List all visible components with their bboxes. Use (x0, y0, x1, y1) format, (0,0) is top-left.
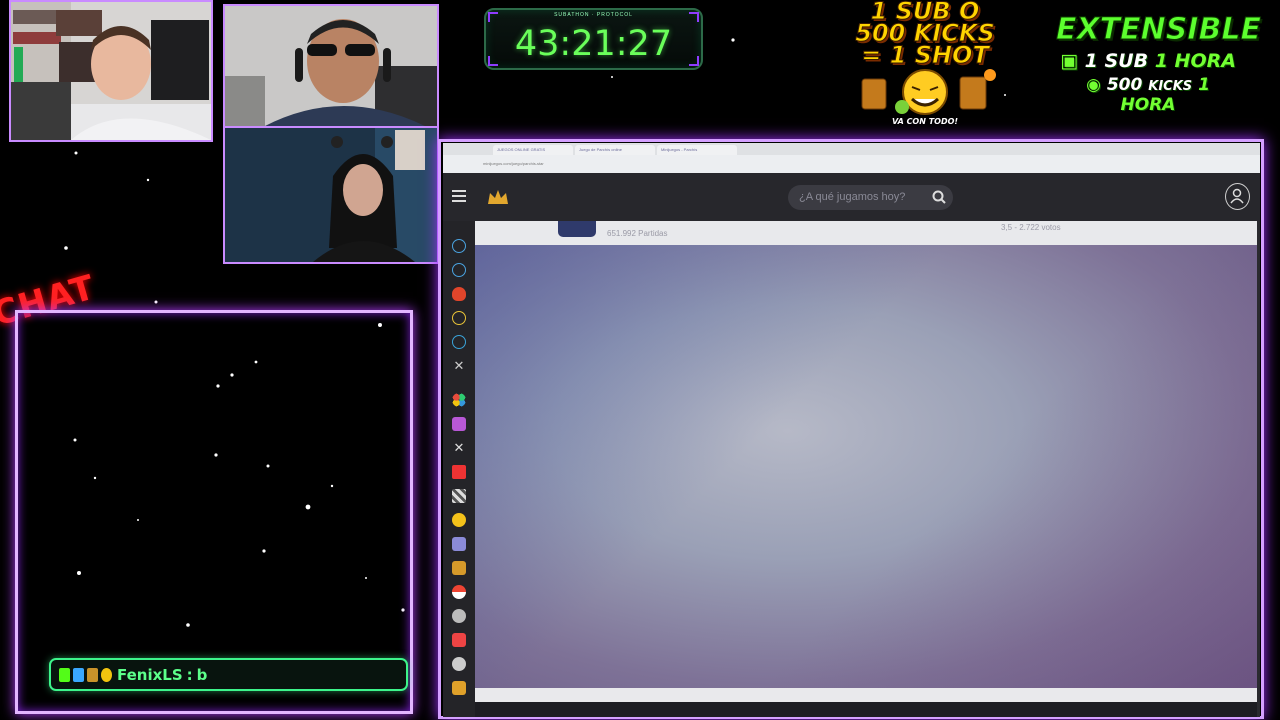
promo-shot-banner: 1 SUB O 500 KICKS = 1 SHOT VA CON TODO! (826, 0, 1024, 134)
chat-username: FenixLS (117, 665, 183, 684)
promo-extensible-banner: EXTENSIBLE ▣ 1 SUB 1 HORA ◉ 500 KICKS 1 … (1056, 12, 1262, 122)
robot-icon[interactable] (452, 417, 466, 431)
soda-icon[interactable] (452, 633, 466, 647)
chat-text: b (196, 665, 208, 684)
webcam-streamer-3 (223, 126, 439, 264)
browser-tab[interactable]: Juego de Parchís online (575, 145, 655, 155)
kick-label: KICKS (1148, 79, 1193, 94)
game-info-bar: 651.992 Partidas 3,5 - 2.722 votos (475, 221, 1257, 245)
cube-badge-icon (73, 667, 84, 682)
chat-separator: : (186, 665, 193, 684)
dots-icon[interactable] (452, 393, 466, 407)
timer-value: 43:21:27 (514, 24, 673, 64)
compass-icon[interactable] (452, 335, 466, 349)
kick-badge-icon (59, 667, 70, 682)
browser-tabbar: JUEGOS ONLINE GRATIS Juego de Parchís on… (443, 143, 1260, 155)
people-icon[interactable] (452, 537, 466, 551)
browser-url[interactable]: minijuegos.com/juego/parchis-star (483, 161, 544, 166)
game-play-count: 651.992 Partidas (607, 229, 668, 238)
webcam-streamer-2 (223, 4, 439, 128)
pokeball-icon[interactable] (452, 585, 466, 599)
coins-icon: ◉ (1086, 75, 1107, 95)
fire-icon[interactable] (452, 287, 466, 301)
shuffle-icon[interactable]: ✕ (452, 359, 466, 373)
site-header: ¿A qué jugamos hoy? (443, 173, 1260, 221)
sub-count: 1 SUB (1084, 50, 1149, 72)
gift-icon: ▣ (1060, 50, 1085, 72)
menu-icon[interactable] (452, 190, 466, 202)
game-logo (558, 221, 596, 237)
new-games-icon[interactable] (452, 239, 466, 253)
game-rating: 3,5 - 2.722 votos (1001, 223, 1061, 232)
emoji-shot-glass-icon (861, 69, 996, 115)
chat-overlay-frame (15, 310, 413, 714)
webcam-streamer-1 (9, 0, 213, 142)
kick-count: 500 (1106, 75, 1143, 95)
search-input[interactable]: ¿A qué jugamos hoy? (788, 185, 953, 210)
promo-tagline: VA CON TODO! (891, 117, 959, 126)
user-account-icon[interactable] (1225, 183, 1250, 210)
pacman-icon[interactable] (452, 513, 466, 527)
game-footer (475, 688, 1257, 702)
crown-badge-icon (87, 667, 98, 682)
extensible-row-kicks: ◉ 500 KICKS 1 HORA (1056, 75, 1240, 115)
trophy-icon[interactable] (452, 561, 466, 575)
browser-urlbar[interactable]: minijuegos.com/juego/parchis-star (443, 155, 1260, 173)
browser-tab[interactable]: JUEGOS ONLINE GRATIS (493, 145, 573, 155)
related-games-strip (475, 702, 1257, 717)
flag-icon[interactable] (452, 465, 466, 479)
settings-icon[interactable] (452, 263, 466, 277)
timer-label: SUBATHON · PROTOCOL (554, 12, 633, 18)
checkered-flag-icon[interactable] (452, 489, 466, 503)
ghost-icon[interactable] (452, 657, 466, 671)
check-icon[interactable] (452, 311, 466, 325)
browser-window: JUEGOS ONLINE GRATIS Juego de Parchís on… (443, 143, 1260, 717)
promo-line-3: = 1 SHOT (861, 41, 990, 69)
extensible-title: EXTENSIBLE (1056, 12, 1262, 48)
swords-icon[interactable]: ✕ (452, 441, 466, 455)
chat-message: FenixLS : b (49, 658, 408, 691)
crown-logo-icon[interactable] (487, 189, 509, 205)
spade-icon[interactable] (452, 609, 466, 623)
search-icon[interactable] (932, 190, 946, 204)
subathon-timer: SUBATHON · PROTOCOL 43:21:27 (484, 8, 703, 70)
game-area[interactable]: 651.992 Partidas 3,5 - 2.722 votos (475, 221, 1257, 688)
car-icon[interactable] (452, 681, 466, 695)
sub-hour: 1 HORA (1154, 50, 1236, 72)
coin-badge-icon (101, 667, 112, 682)
extensible-row-subs: ▣ 1 SUB 1 HORA (1056, 50, 1240, 72)
site-sidebar: ✕ ✕ (443, 221, 475, 717)
browser-tab[interactable]: Minijuegos - Parchís (657, 145, 737, 155)
search-placeholder: ¿A qué jugamos hoy? (799, 191, 906, 203)
